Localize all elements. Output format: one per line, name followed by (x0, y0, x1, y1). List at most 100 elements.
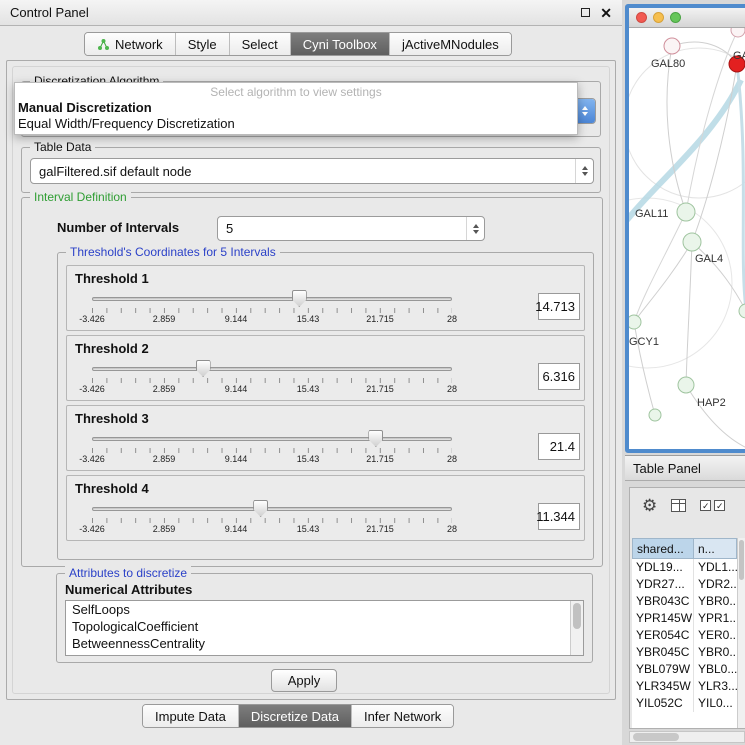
cell[interactable]: YBR0... (694, 644, 737, 661)
cell[interactable]: YDL19... (632, 559, 694, 576)
dropdown-option-manual-discretization[interactable]: Manual Discretization (17, 100, 575, 116)
network-node[interactable] (678, 377, 694, 393)
cell[interactable]: YDR2... (694, 576, 737, 593)
threshold-3-value-field[interactable]: 21.4 (538, 433, 580, 460)
threshold-2-slider-thumb[interactable] (196, 360, 211, 377)
tab-impute-data[interactable]: Impute Data (143, 705, 239, 727)
table-row[interactable]: YBR043CYBR0... (632, 593, 737, 610)
table-row[interactable]: YDR27...YDR2... (632, 576, 737, 593)
tab-cyni-toolbox[interactable]: Cyni Toolbox (291, 33, 390, 55)
list-item[interactable]: TopologicalCoefficient (66, 618, 583, 635)
tab-discretize-data[interactable]: Discretize Data (239, 705, 352, 727)
cell[interactable]: YER0... (694, 627, 737, 644)
tab-network[interactable]: Network (85, 33, 176, 55)
columns-icon[interactable] (671, 499, 686, 512)
scale-label: 15.43 (297, 454, 320, 464)
cell[interactable]: YPR145W (632, 610, 694, 627)
node-label: GAL4 (695, 253, 723, 265)
network-node[interactable] (739, 304, 745, 318)
list-item[interactable]: SelfLoops (66, 601, 583, 618)
top-tabstrip: Network Style Select Cyni Toolbox jActiv… (84, 32, 512, 56)
cell[interactable]: YBL079W (632, 661, 694, 678)
network-node[interactable] (677, 203, 695, 221)
gear-icon[interactable]: ⚙ (642, 497, 657, 514)
cell[interactable]: YIL052C (632, 695, 694, 712)
threshold-3-scale: -3.426 2.859 9.144 15.43 21.715 28 (92, 454, 452, 465)
cell[interactable]: YBR0... (694, 593, 737, 610)
tab-jactivemnodules[interactable]: jActiveMNodules (390, 33, 511, 55)
table-row[interactable]: YPR145WYPR1... (632, 610, 737, 627)
table-row[interactable]: YIL052CYIL0... (632, 695, 737, 712)
float-window-icon[interactable] (581, 8, 590, 17)
scrollbar-thumb[interactable] (739, 540, 744, 580)
node-label: GAL11 (635, 208, 668, 220)
network-canvas[interactable]: GAL80 GAL GAL11 GAL4 GCY1 HAP2 (629, 28, 745, 449)
zoom-traffic-light-icon[interactable] (670, 12, 681, 23)
cell[interactable]: YLR345W (632, 678, 694, 695)
cell[interactable]: YBR045C (632, 644, 694, 661)
table-horizontal-scrollbar[interactable] (629, 731, 745, 743)
network-node[interactable] (629, 315, 641, 329)
network-node[interactable] (649, 409, 661, 421)
tab-infer-network[interactable]: Infer Network (352, 705, 453, 727)
table-row[interactable]: YLR345WYLR3... (632, 678, 737, 695)
list-item[interactable]: BetweennessCentrality (66, 635, 583, 652)
cell[interactable]: YLR3... (694, 678, 737, 695)
network-node[interactable] (731, 28, 745, 37)
tab-discretize-label: Discretize Data (251, 709, 339, 724)
threshold-1-slider-thumb[interactable] (292, 290, 307, 307)
cell[interactable]: YBR043C (632, 593, 694, 610)
threshold-4-slider-track[interactable] (92, 507, 452, 511)
table-header-row: shared... n... (632, 538, 737, 559)
checkbox-checked-icon[interactable]: ✓ (700, 500, 711, 511)
tab-network-label: Network (115, 37, 163, 52)
tab-select[interactable]: Select (230, 33, 291, 55)
table-row[interactable]: YDL19...YDL1... (632, 559, 737, 576)
numerical-attributes-list[interactable]: SelfLoops TopologicalCoefficient Between… (65, 600, 584, 656)
dropdown-option-equal-width-frequency[interactable]: Equal Width/Frequency Discretization (17, 116, 575, 132)
cell[interactable]: YPR1... (694, 610, 737, 627)
table-data-combobox[interactable]: galFiltered.sif default node (30, 158, 594, 184)
cell[interactable]: YIL0... (694, 695, 737, 712)
threshold-4-slider-thumb[interactable] (253, 500, 268, 517)
column-header-shared-name[interactable]: shared... (632, 538, 694, 559)
threshold-2-slider-track[interactable] (92, 367, 452, 371)
cell[interactable]: YER054C (632, 627, 694, 644)
stepper-up-icon (582, 166, 588, 170)
number-of-intervals-stepper[interactable] (466, 217, 484, 240)
table-data-combobox-value: galFiltered.sif default node (39, 164, 191, 179)
threshold-2-value-field[interactable]: 6.316 (538, 363, 580, 390)
checkbox-checked-icon[interactable]: ✓ (714, 500, 725, 511)
table-vertical-scrollbar[interactable] (737, 538, 745, 728)
apply-button[interactable]: Apply (271, 669, 337, 692)
scrollbar-thumb[interactable] (573, 603, 581, 629)
column-header-name[interactable]: n... (694, 538, 737, 559)
minimize-traffic-light-icon[interactable] (653, 12, 664, 23)
close-traffic-light-icon[interactable] (636, 12, 647, 23)
cell[interactable]: YDR27... (632, 576, 694, 593)
threshold-3-slider-thumb[interactable] (368, 430, 383, 447)
network-node[interactable] (664, 38, 680, 54)
number-of-intervals-combobox[interactable]: 5 (217, 216, 485, 241)
attributes-group-title: Attributes to discretize (65, 566, 191, 580)
tab-style[interactable]: Style (176, 33, 230, 55)
cell[interactable]: YBL0... (694, 661, 737, 678)
threshold-4-value-field[interactable]: 11.344 (538, 503, 580, 530)
threshold-1-slider-track[interactable] (92, 297, 452, 301)
select-columns-icons[interactable]: ✓ ✓ (700, 500, 725, 511)
table-data-combobox-stepper[interactable] (575, 159, 593, 183)
threshold-2-slider: -3.426 2.859 9.144 15.43 21.715 28 (92, 358, 452, 396)
cell[interactable]: YDL1... (694, 559, 737, 576)
node-label: GAL80 (651, 58, 685, 70)
network-window-titlebar (629, 8, 745, 28)
threshold-1-value-field[interactable]: 14.713 (538, 293, 580, 320)
table-row[interactable]: YER054CYER0... (632, 627, 737, 644)
network-node[interactable] (683, 233, 701, 251)
threshold-3-slider-track[interactable] (92, 437, 452, 441)
close-icon[interactable]: ✕ (600, 6, 612, 20)
scrollbar-thumb[interactable] (633, 733, 679, 741)
attributes-list-scrollbar[interactable] (570, 601, 583, 655)
table-row[interactable]: YBR045CYBR0... (632, 644, 737, 661)
network-edge (667, 46, 686, 212)
table-row[interactable]: YBL079WYBL0... (632, 661, 737, 678)
